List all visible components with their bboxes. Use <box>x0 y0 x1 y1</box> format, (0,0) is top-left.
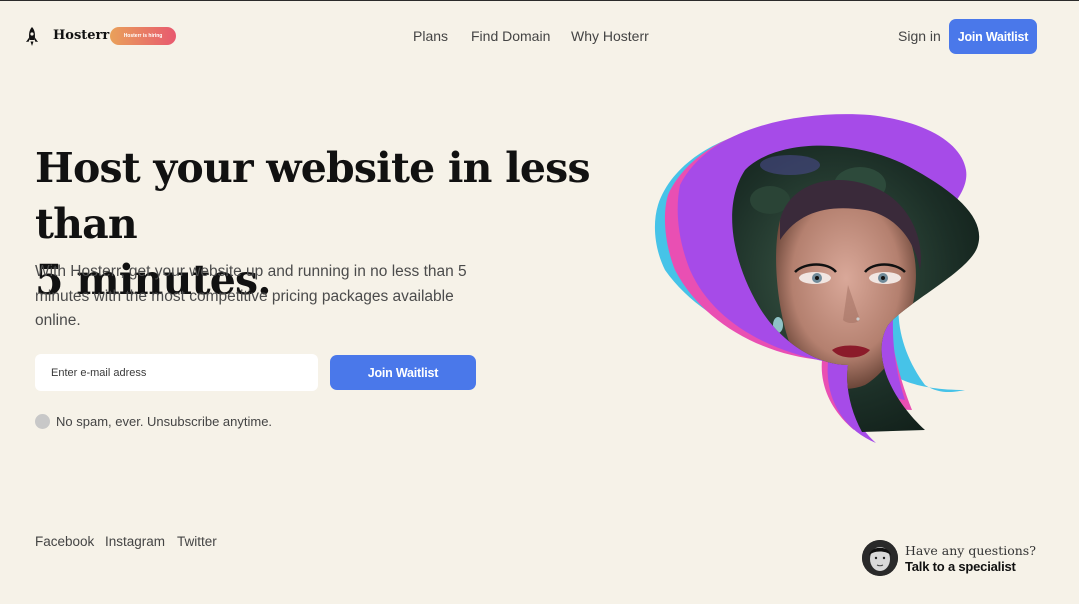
questions-text: Have any questions? <box>905 543 1036 558</box>
social-facebook-link[interactable]: Facebook <box>35 534 94 549</box>
nav-find-domain[interactable]: Find Domain <box>471 28 550 44</box>
join-waitlist-nav-button[interactable]: Join Waitlist <box>949 19 1037 54</box>
hero-subtext: With Hosterr, get your website up and ru… <box>35 263 467 329</box>
hiring-badge[interactable]: Hosterr is hiring <box>110 27 176 45</box>
checkbox-dot-icon <box>35 414 50 429</box>
sign-in-link[interactable]: Sign in <box>898 28 941 44</box>
no-spam-note: No spam, ever. Unsubscribe anytime. <box>56 414 273 429</box>
talk-to-specialist-link[interactable]: Talk to a specialist <box>905 559 1016 574</box>
headline-line-1: Host your website in less than <box>35 144 591 248</box>
brand-name[interactable]: Hosterr <box>53 28 109 43</box>
email-input[interactable] <box>35 354 318 391</box>
nav-plans[interactable]: Plans <box>413 28 448 44</box>
join-waitlist-button[interactable]: Join Waitlist <box>330 355 476 390</box>
specialist-avatar[interactable] <box>862 540 898 576</box>
social-twitter-link[interactable]: Twitter <box>177 534 217 549</box>
top-border <box>0 0 1079 1</box>
social-instagram-link[interactable]: Instagram <box>105 534 165 549</box>
nav-why-hosterr[interactable]: Why Hosterr <box>571 28 649 44</box>
rocket-icon[interactable] <box>24 27 40 47</box>
hero-portrait-image <box>654 114 980 443</box>
